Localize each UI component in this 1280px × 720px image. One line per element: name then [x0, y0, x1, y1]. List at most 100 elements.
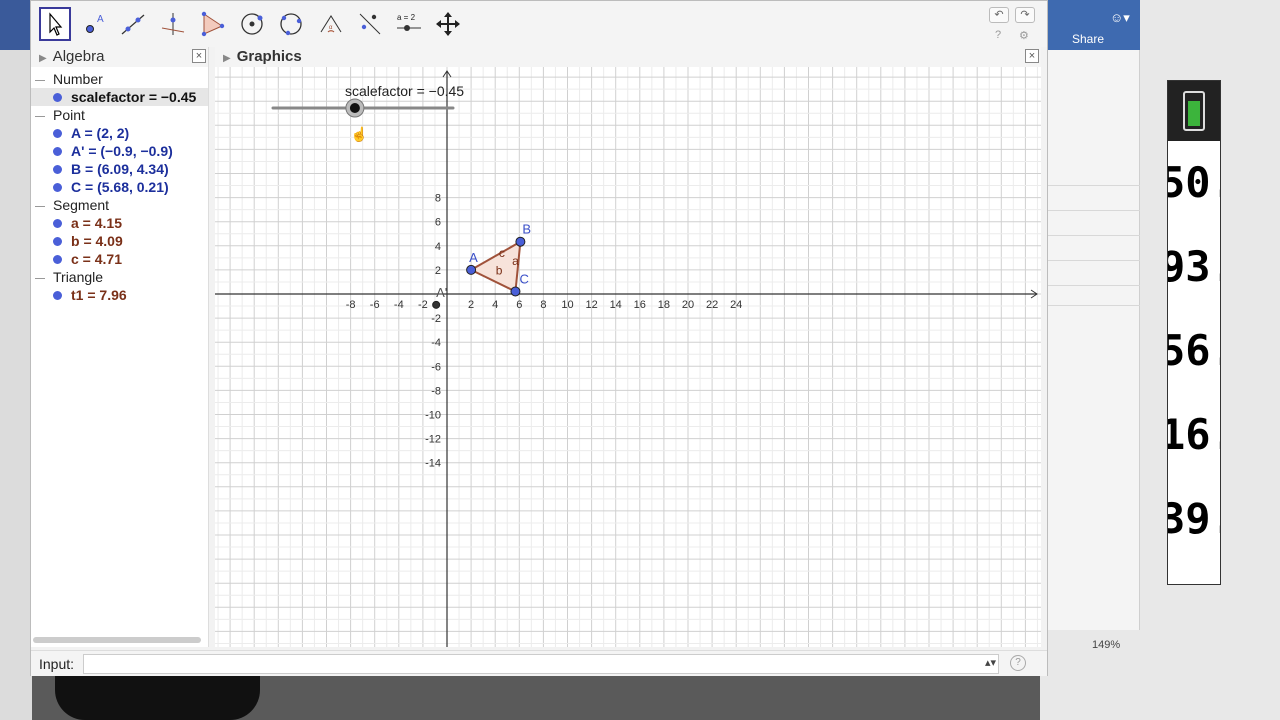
x-tick-label: 18: [658, 299, 670, 311]
y-tick-label: -6: [431, 361, 441, 373]
algebra-item[interactable]: b = 4.09: [31, 232, 208, 250]
slider-tool[interactable]: a = 2: [393, 7, 425, 41]
reflect-icon: [359, 13, 381, 35]
polygon-icon: [201, 11, 225, 37]
phone-number-3: 56.: [1168, 326, 1220, 375]
graphics-close-button[interactable]: ×: [1025, 49, 1039, 63]
input-history-arrows-icon[interactable]: ▴▾: [985, 656, 996, 669]
slider-icon: a = 2: [397, 13, 421, 31]
settings-gear-icon[interactable]: ⚙: [1019, 29, 1029, 42]
angle-icon: α: [320, 15, 342, 33]
reflect-tool[interactable]: [354, 7, 386, 41]
algebra-item[interactable]: t1 = 7.96: [31, 286, 208, 304]
algebra-category[interactable]: Segment: [31, 196, 208, 214]
undo-button[interactable]: ↶: [989, 7, 1009, 23]
move-view-icon: [436, 12, 460, 36]
input-field[interactable]: [83, 654, 999, 674]
redo-button[interactable]: ↷: [1015, 7, 1035, 23]
x-tick-label: 16: [634, 299, 646, 311]
line-tool[interactable]: [117, 7, 149, 41]
algebra-category[interactable]: Point: [31, 106, 208, 124]
x-tick-label: -4: [394, 299, 404, 311]
perpendicular-icon: [161, 13, 185, 35]
visibility-dot-icon[interactable]: [53, 147, 62, 156]
visibility-dot-icon[interactable]: [53, 255, 62, 264]
phone-number-2: 93.: [1168, 242, 1220, 291]
circle-three-points-tool[interactable]: [275, 7, 307, 41]
algebra-item-text: b = 4.09: [71, 233, 123, 249]
angle-tool[interactable]: α: [315, 7, 347, 41]
algebra-item[interactable]: scalefactor = −0.45: [31, 88, 208, 106]
graphics-view: ▶ Graphics × -8 -6 -4 -2 2 4 6 8 10 12 14 16 18 20 22 24…: [215, 47, 1041, 647]
expand-triangle-icon[interactable]: ▶: [39, 53, 47, 64]
x-tick-label: 20: [682, 299, 694, 311]
polygon-tool[interactable]: [196, 7, 228, 41]
visibility-dot-icon[interactable]: [53, 219, 62, 228]
algebra-item[interactable]: a = 4.15: [31, 214, 208, 232]
visibility-dot-icon[interactable]: [53, 129, 62, 138]
background-object: [55, 676, 260, 720]
point-tool[interactable]: A: [79, 7, 111, 41]
y-tick-label: 2: [435, 265, 441, 277]
battery-icon: [1183, 91, 1205, 131]
algebra-item[interactable]: C = (5.68, 0.21): [31, 178, 208, 196]
x-tick-label: 4: [492, 299, 498, 311]
algebra-item-text: t1 = 7.96: [71, 287, 127, 303]
x-tick-label: 8: [540, 299, 546, 311]
algebra-item-text: C = (5.68, 0.21): [71, 179, 169, 195]
graphics-title: Graphics: [236, 48, 302, 65]
algebra-close-button[interactable]: ×: [192, 49, 206, 63]
algebra-item-text: a = 4.15: [71, 215, 122, 231]
geogebra-window: A α a = 2 ↶ ↷ ? ⚙ ▶ Algebra × Number sca…: [30, 0, 1048, 676]
y-tick-label: 6: [435, 217, 441, 229]
algebra-item[interactable]: c = 4.71: [31, 250, 208, 268]
algebra-item[interactable]: A = (2, 2): [31, 124, 208, 142]
expand-triangle-icon[interactable]: ▶: [223, 53, 231, 64]
move-tool[interactable]: [39, 7, 71, 41]
algebra-item-text: B = (6.09, 4.34): [71, 161, 169, 177]
point-label: A': [436, 285, 447, 300]
point-label: C: [519, 271, 528, 286]
visibility-dot-icon[interactable]: [53, 165, 62, 174]
y-tick-label: -2: [431, 313, 441, 325]
point-icon: A: [86, 14, 104, 33]
point-B[interactable]: [515, 236, 526, 247]
algebra-category-label: Segment: [53, 197, 110, 213]
x-tick-label: -8: [346, 299, 356, 311]
x-tick-label: 22: [706, 299, 718, 311]
visibility-dot-icon[interactable]: [53, 93, 62, 102]
move-graphics-view-tool[interactable]: [432, 7, 464, 41]
help-icon[interactable]: ?: [995, 29, 1001, 41]
emoji-icon[interactable]: ☺▾: [1110, 10, 1130, 26]
visibility-dot-icon[interactable]: [53, 183, 62, 192]
visibility-dot-icon[interactable]: [53, 291, 62, 300]
graphics-canvas[interactable]: -8 -6 -4 -2 2 4 6 8 10 12 14 16 18 20 22 248642-2-4-6-8…: [215, 67, 1041, 647]
algebra-item-text: A = (2, 2): [71, 125, 130, 141]
zoom-level: 149%: [1092, 639, 1121, 651]
circle-tool[interactable]: [236, 7, 268, 41]
algebra-item[interactable]: A' = (−0.9, −0.9): [31, 142, 208, 160]
phone-number-5: 39.: [1168, 494, 1220, 543]
y-tick-label: 8: [435, 193, 441, 205]
slider-tool-label: a = 2: [397, 13, 416, 22]
algebra-header: ▶ Algebra ×: [31, 47, 208, 67]
x-tick-label: -2: [418, 299, 428, 311]
algebra-category[interactable]: Number: [31, 70, 208, 88]
y-tick-label: -14: [425, 458, 441, 470]
algebra-item-text: A' = (−0.9, −0.9): [71, 143, 173, 159]
point-A-prime[interactable]: [432, 300, 441, 309]
visibility-dot-icon[interactable]: [53, 237, 62, 246]
algebra-category[interactable]: Triangle: [31, 268, 208, 286]
algebra-item[interactable]: B = (6.09, 4.34): [31, 160, 208, 178]
segment-label-a: a: [512, 254, 519, 268]
point-C[interactable]: [510, 286, 521, 297]
background-window-right: ☺▾ Share 149%: [1040, 0, 1280, 720]
input-help-icon[interactable]: ?: [1010, 655, 1026, 671]
perpendicular-line-tool[interactable]: [157, 7, 189, 41]
horizontal-scrollbar[interactable]: [33, 637, 201, 643]
phone-number-1: 50.: [1168, 158, 1220, 207]
slider-handle-dot: [349, 103, 360, 113]
point-A[interactable]: [466, 264, 477, 275]
x-tick-label: 14: [610, 299, 622, 311]
share-button[interactable]: Share: [1072, 32, 1104, 46]
